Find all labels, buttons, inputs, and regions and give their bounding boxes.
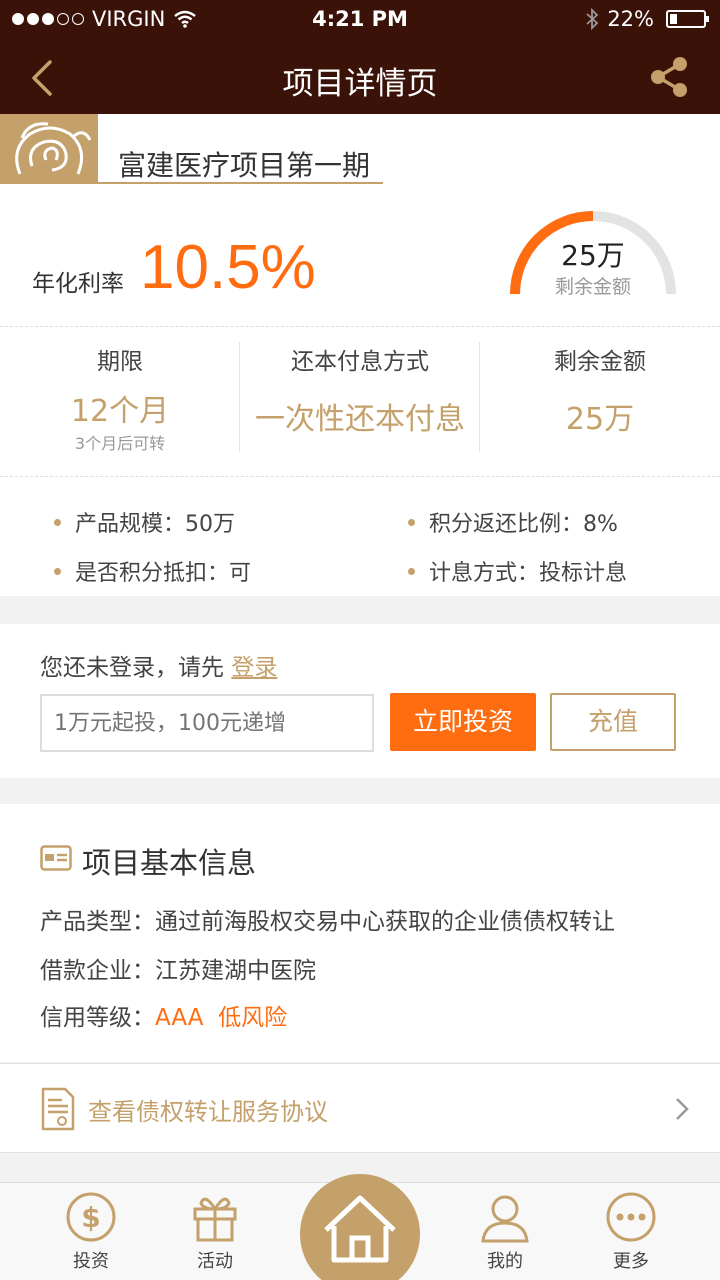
fact-item: 积分返还比例：8%: [408, 506, 618, 538]
stat-remaining: 剩余金额 25万: [480, 342, 720, 438]
info-label: 产品类型：: [40, 909, 155, 935]
fact-text: 积分返还比例：8%: [429, 512, 618, 537]
credit-rating: AAA 低风险: [155, 1005, 288, 1031]
fact-item: 是否积分抵扣：可: [54, 555, 251, 587]
tab-label: 更多: [613, 1251, 649, 1272]
stat-sub: 3个月后可转: [74, 434, 166, 453]
stat-label: 剩余金额: [554, 349, 646, 375]
status-right: 22%: [585, 7, 709, 31]
stat-value: 一次性还本付息: [255, 402, 465, 437]
project-name: 富建医疗项目第一期: [118, 149, 371, 182]
tab-invest[interactable]: $ 投资: [36, 1191, 146, 1273]
fact-text: 是否积分抵扣：可: [75, 561, 252, 586]
chevron-right-icon: [676, 1098, 689, 1120]
stat-label: 还本付息方式: [291, 349, 429, 375]
gauge-value: 25万: [561, 239, 625, 272]
recharge-button[interactable]: 充值: [550, 693, 676, 751]
rate-value: 10.5%: [140, 233, 316, 302]
tab-label: 活动: [197, 1251, 233, 1272]
tab-activity[interactable]: 活动: [160, 1191, 270, 1273]
bullet-icon: [54, 518, 61, 526]
stat-repayment: 还本付息方式 一次性还本付息: [240, 342, 480, 438]
login-prompt: 您还未登录，请先 登录: [40, 648, 277, 682]
fact-item: 产品规模：50万: [54, 506, 235, 538]
tab-more[interactable]: 更多: [576, 1191, 686, 1273]
nav-bar: 项目详情页: [0, 40, 720, 114]
section-title: 项目基本信息: [82, 846, 257, 880]
info-value: 江苏建湖中医院: [155, 958, 316, 984]
fact-text: 计息方式：投标计息: [429, 561, 628, 586]
dashed-divider: [0, 326, 720, 327]
more-icon: [606, 1192, 656, 1242]
invest-button[interactable]: 立即投资: [390, 693, 536, 751]
battery-percent: 22%: [607, 7, 654, 31]
dashed-divider: [0, 476, 720, 477]
bluetooth-icon: [586, 8, 599, 30]
tab-mine[interactable]: 我的: [450, 1191, 560, 1273]
page-title: 项目详情页: [282, 66, 438, 102]
info-label: 信用等级：: [40, 1005, 155, 1031]
user-icon: [481, 1195, 529, 1243]
agreement-link[interactable]: 查看债权转让服务协议: [88, 1092, 328, 1127]
info-value: 通过前海股权交易中心获取的企业债债权转让: [155, 909, 615, 935]
info-row-credit: 信用等级：AAA 低风险: [40, 998, 287, 1032]
tab-label: 投资: [73, 1251, 109, 1272]
login-prompt-text: 您还未登录，请先: [40, 655, 224, 681]
gift-icon: [193, 1197, 237, 1242]
fact-text: 产品规模：50万: [75, 512, 235, 537]
rate-label: 年化利率: [32, 271, 124, 297]
status-bar: VIRGIN 4:21 PM 22%: [0, 0, 720, 40]
id-card-icon: [40, 845, 72, 871]
rose-logo-icon: [0, 114, 98, 184]
stat-term: 期限 12个月 3个月后可转: [0, 342, 240, 454]
info-row-product-type: 产品类型：通过前海股权交易中心获取的企业债债权转让: [40, 902, 615, 936]
agreement-row[interactable]: 查看债权转让服务协议: [0, 1063, 720, 1153]
title-underline: [0, 182, 383, 184]
amount-input[interactable]: [40, 694, 374, 752]
login-link[interactable]: 登录: [231, 655, 277, 681]
project-summary-card: 富建医疗项目第一期 年化利率 10.5% 25万 剩余金额 期限 12个月 3个…: [0, 114, 720, 596]
stat-label: 期限: [97, 349, 143, 375]
document-icon: [41, 1087, 75, 1131]
bullet-icon: [408, 567, 415, 575]
info-row-borrower: 借款企业：江苏建湖中医院: [40, 951, 316, 985]
basic-info-card: 项目基本信息 产品类型：通过前海股权交易中心获取的企业债债权转让 借款企业：江苏…: [0, 804, 720, 1062]
battery-icon: [666, 10, 709, 28]
stat-value: 12个月: [70, 394, 170, 429]
info-label: 借款企业：: [40, 958, 155, 984]
home-icon: [324, 1195, 396, 1263]
gauge-label: 剩余金额: [554, 276, 631, 298]
bullet-icon: [54, 567, 61, 575]
svg-text:$: $: [81, 1201, 100, 1234]
invest-card: 您还未登录，请先 登录 立即投资 充值: [0, 624, 720, 778]
tab-home[interactable]: [300, 1174, 420, 1280]
share-icon[interactable]: [646, 54, 692, 100]
stat-value: 25万: [565, 402, 635, 437]
fact-item: 计息方式：投标计息: [408, 555, 627, 587]
tab-label: 我的: [487, 1251, 523, 1272]
bullet-icon: [408, 518, 415, 526]
dollar-icon: $: [66, 1192, 116, 1242]
